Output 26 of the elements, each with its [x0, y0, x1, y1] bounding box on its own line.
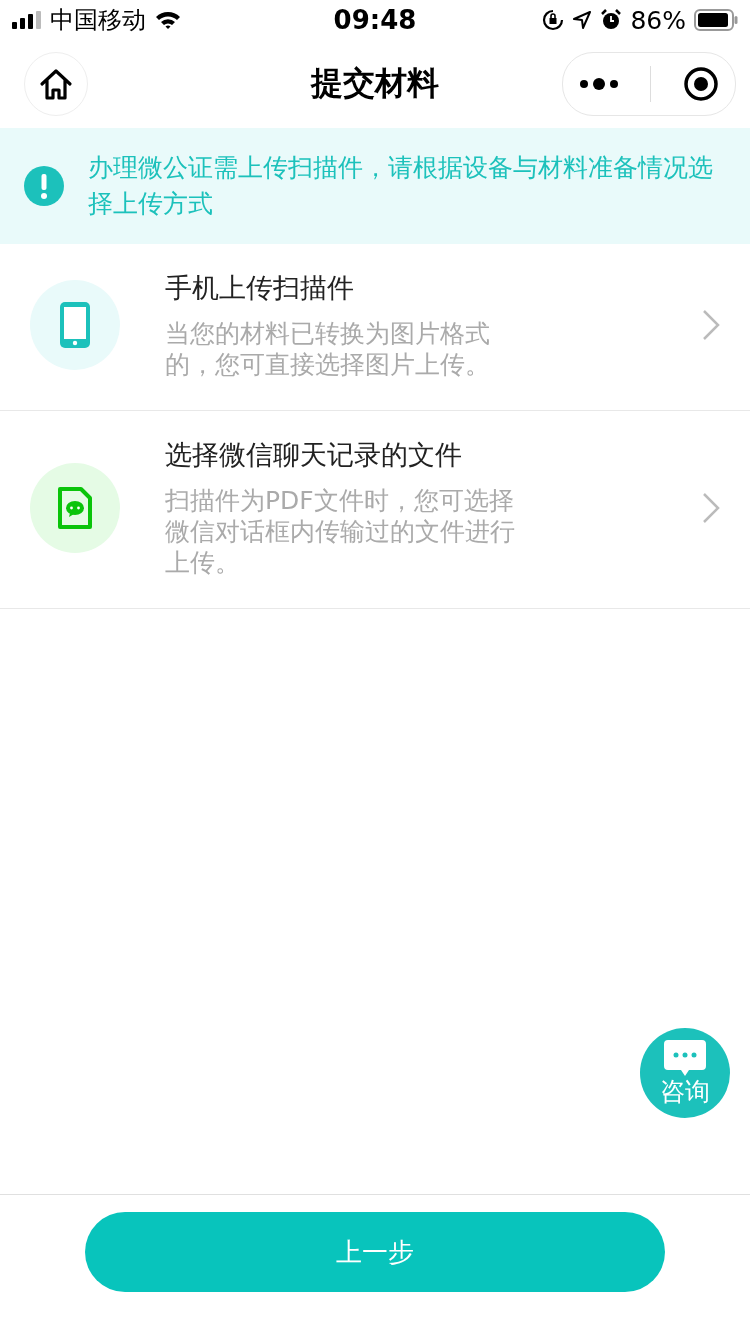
location-icon: [572, 10, 593, 30]
option-description: 扫描件为PDF文件时，您可选择微信对话框内传输过的文件进行上传。: [165, 485, 516, 578]
home-icon: [38, 67, 74, 101]
signal-icon: [12, 11, 42, 29]
carrier-name: 中国移动: [50, 5, 146, 36]
close-icon[interactable]: [683, 66, 720, 102]
alert-icon: [24, 166, 64, 206]
battery-icon: [694, 9, 738, 31]
chat-file-icon: [57, 485, 93, 530]
alarm-icon: [600, 9, 623, 31]
upload-option[interactable]: 手机上传扫描件 当您的材料已转换为图片格式的，您可直接选择图片上传。: [0, 244, 750, 411]
rotation-lock-icon: [542, 9, 565, 31]
battery-percent: 86%: [630, 5, 686, 35]
option-title: 选择微信聊天记录的文件: [165, 438, 463, 472]
chevron-right-icon: [702, 309, 720, 341]
page-title: 提交材料: [311, 63, 439, 104]
chevron-right-icon: [702, 491, 720, 524]
phone-icon: [60, 302, 90, 348]
upload-option[interactable]: 选择微信聊天记录的文件 扫描件为PDF文件时，您可选择微信对话框内传输过的文件进行上传。: [0, 411, 750, 609]
status-time: 09:48: [333, 5, 417, 35]
wifi-icon: [154, 10, 182, 30]
chat-bubble-icon: [664, 1040, 706, 1076]
option-description: 当您的材料已转换为图片格式的，您可直接选择图片上传。: [165, 318, 491, 380]
more-icon[interactable]: [578, 77, 619, 91]
option-title: 手机上传扫描件: [165, 271, 355, 305]
notice-text: 办理微公证需上传扫描件，请根据设备与材料准备情况选择上传方式: [88, 152, 714, 220]
